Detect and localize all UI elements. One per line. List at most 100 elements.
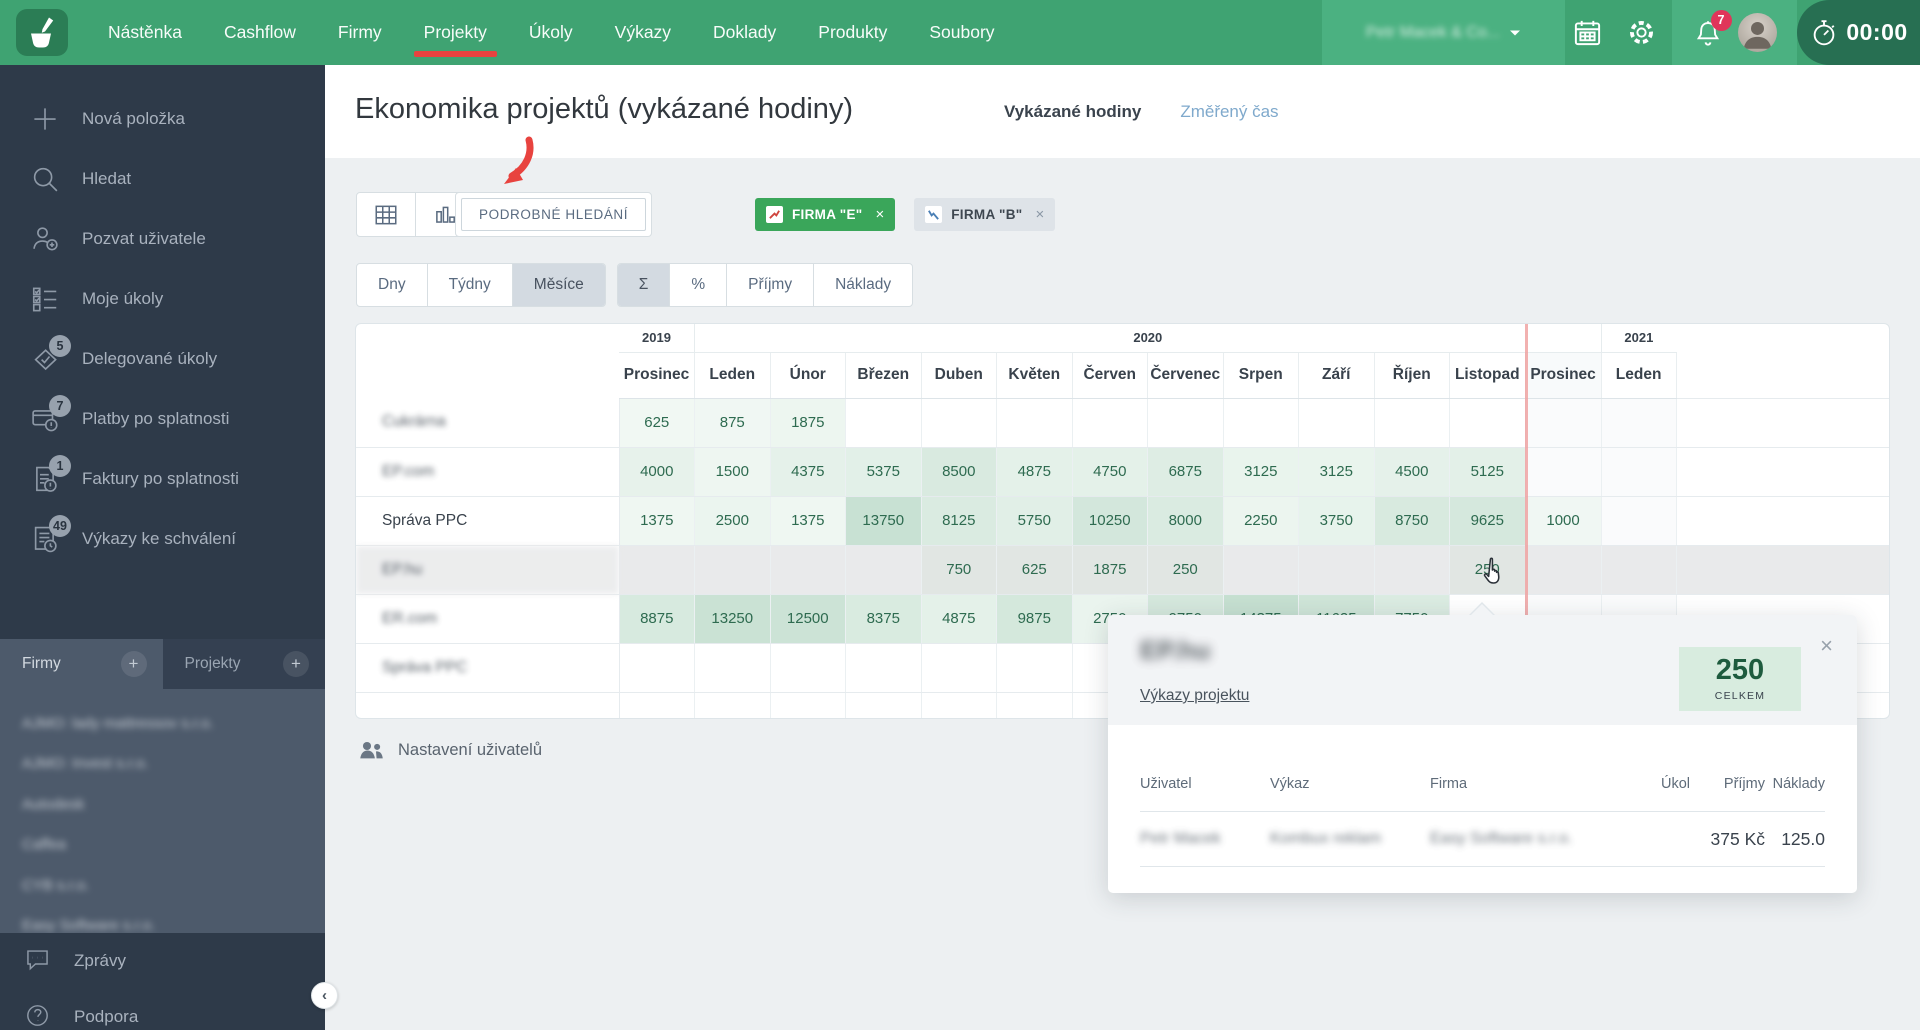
heatmap-cell[interactable]: 13250	[694, 594, 771, 644]
heatmap-cell[interactable]	[1525, 398, 1602, 448]
project-reports-link[interactable]: Výkazy projektu	[1140, 687, 1249, 705]
sidebar-item-moje-koly[interactable]: Moje úkoly	[0, 269, 325, 329]
heatmap-cell[interactable]	[1072, 398, 1148, 448]
heatmap-cell[interactable]	[1601, 545, 1677, 595]
filter-chip-firma-e[interactable]: FIRMA "E" ×	[755, 198, 896, 231]
sidebar-item-podpora[interactable]: Podpora	[0, 989, 325, 1030]
heatmap-cell[interactable]	[845, 398, 922, 448]
sidebar-item-pozvat-u-ivatele[interactable]: Pozvat uživatele	[0, 209, 325, 269]
nav-item-firmy[interactable]: Firmy	[338, 22, 382, 43]
nav-item-cashflow[interactable]: Cashflow	[224, 22, 296, 43]
nav-item-n-st-nka[interactable]: Nástěnka	[108, 22, 182, 43]
nav-item-projekty[interactable]: Projekty	[413, 22, 498, 57]
period-button-dny[interactable]: Dny	[357, 264, 428, 306]
heatmap-cell[interactable]: 1000	[1525, 496, 1602, 546]
heatmap-cell[interactable]: 875	[694, 398, 771, 448]
heatmap-cell[interactable]	[770, 643, 846, 693]
heatmap-cell[interactable]: 8750	[1374, 496, 1450, 546]
heatmap-cell[interactable]	[845, 643, 922, 693]
heatmap-cell[interactable]	[1601, 496, 1677, 546]
header-tab-vyk-zan-hodiny[interactable]: Vykázané hodiny	[1004, 102, 1141, 122]
heatmap-cell[interactable]	[694, 643, 771, 693]
heatmap-cell[interactable]	[1223, 545, 1299, 595]
add-firmy-icon[interactable]: +	[120, 651, 147, 677]
project-row-label[interactable]: ER.com	[356, 594, 620, 644]
time-tracker-button[interactable]: 00:00	[1797, 0, 1920, 65]
period-button-t-dny[interactable]: Týdny	[428, 264, 513, 306]
heatmap-cell[interactable]	[1147, 398, 1224, 448]
project-row-label[interactable]: EP.hu	[356, 545, 620, 595]
heatmap-cell[interactable]	[1298, 545, 1375, 595]
heatmap-cell[interactable]: 5375	[845, 447, 922, 497]
heatmap-cell[interactable]	[1525, 447, 1602, 497]
sidebar-item-platby-po-splatnosti[interactable]: 7 Platby po splatnosti	[0, 389, 325, 449]
metric-button-[interactable]: %	[670, 264, 728, 306]
heatmap-cell[interactable]: 4500	[1374, 447, 1450, 497]
heatmap-cell[interactable]	[1374, 398, 1450, 448]
heatmap-cell[interactable]: 8000	[1147, 496, 1224, 546]
period-button-m-s-ce[interactable]: Měsíce	[512, 264, 605, 306]
company-list-item[interactable]: Autodesk	[0, 784, 325, 825]
company-list-item[interactable]: CYB s.r.o.	[0, 865, 325, 906]
heatmap-cell[interactable]	[1601, 398, 1677, 448]
calendar-icon[interactable]	[1572, 17, 1603, 48]
heatmap-cell[interactable]	[1525, 545, 1602, 595]
heatmap-cell[interactable]: 12500	[770, 594, 846, 644]
heatmap-cell[interactable]: 1500	[694, 447, 771, 497]
popup-table-row[interactable]: Petr Macek Kombux reklam Easy Software s.r…	[1140, 813, 1825, 865]
project-row-label[interactable]: Správa PPC	[356, 643, 620, 693]
heatmap-cell[interactable]	[1449, 398, 1526, 448]
filter-chip-firma-b[interactable]: FIRMA "B" ×	[914, 198, 1056, 231]
sidebar-item-delegovan-koly[interactable]: 5 Delegované úkoly	[0, 329, 325, 389]
heatmap-cell[interactable]: 10250	[1072, 496, 1148, 546]
heatmap-cell[interactable]	[770, 545, 846, 595]
heatmap-cell[interactable]: 5125	[1449, 447, 1526, 497]
remove-filter-icon[interactable]: ×	[876, 206, 885, 223]
sidebar-item-faktury-po-splatnosti[interactable]: 1 Faktury po splatnosti	[0, 449, 325, 509]
sidebar-item-hledat[interactable]: Hledat	[0, 149, 325, 209]
heatmap-cell[interactable]: 4375	[770, 447, 846, 497]
heatmap-cell[interactable]: 750	[921, 545, 997, 595]
heatmap-cell[interactable]: 2500	[694, 496, 771, 546]
company-list-item[interactable]: AJMO: Invest s.r.o.	[0, 744, 325, 785]
sidebar-item-zpr-vy[interactable]: Zprávy	[0, 933, 325, 989]
sidebar-collapse-button[interactable]: ‹	[311, 982, 338, 1009]
heatmap-cell[interactable]: 1375	[619, 496, 695, 546]
heatmap-cell[interactable]: 13750	[845, 496, 922, 546]
bell-icon[interactable]: 7	[1693, 9, 1732, 48]
heatmap-cell[interactable]: 3750	[1298, 496, 1375, 546]
heatmap-cell[interactable]: 4000	[619, 447, 695, 497]
sidebar-item-nov-polo-ka[interactable]: Nová položka	[0, 89, 325, 149]
project-row-label[interactable]: Cukrárna	[356, 398, 620, 448]
heatmap-cell[interactable]: 9625	[1449, 496, 1526, 546]
project-row-label[interactable]: Správa PPC	[356, 496, 620, 546]
user-settings-link[interactable]: Nastavení uživatelů	[358, 737, 542, 764]
heatmap-cell[interactable]	[1298, 398, 1375, 448]
heatmap-cell[interactable]: 4875	[996, 447, 1073, 497]
heatmap-cell[interactable]	[845, 545, 922, 595]
nav-item-soubory[interactable]: Soubory	[929, 22, 994, 43]
add-projekty-icon[interactable]: +	[283, 651, 309, 677]
project-row-label[interactable]: EP.com	[356, 447, 620, 497]
heatmap-cell[interactable]: 6875	[1147, 447, 1224, 497]
avatar[interactable]	[1737, 13, 1777, 52]
heatmap-cell[interactable]	[1223, 398, 1299, 448]
heatmap-cell[interactable]	[996, 398, 1073, 448]
metric-button-[interactable]: Σ	[617, 264, 671, 306]
heatmap-cell[interactable]	[921, 398, 997, 448]
heatmap-cell[interactable]: 4875	[921, 594, 997, 644]
sidebar-item-v-kazy-ke-schv-len[interactable]: 49 Výkazy ke schválení	[0, 509, 325, 569]
heatmap-cell[interactable]: 8500	[921, 447, 997, 497]
heatmap-cell[interactable]: 3125	[1223, 447, 1299, 497]
nav-item-doklady[interactable]: Doklady	[713, 22, 776, 43]
heatmap-cell[interactable]	[619, 643, 695, 693]
heatmap-cell[interactable]: 1875	[1072, 545, 1148, 595]
heatmap-cell[interactable]: 625	[619, 398, 695, 448]
heatmap-cell[interactable]: 9875	[996, 594, 1073, 644]
heatmap-cell[interactable]: 8875	[619, 594, 695, 644]
heatmap-cell[interactable]: 4750	[1072, 447, 1148, 497]
heatmap-cell[interactable]: 8125	[921, 496, 997, 546]
company-list-item[interactable]: Caffea	[0, 825, 325, 866]
close-icon[interactable]: ×	[1820, 633, 1833, 659]
heatmap-cell[interactable]: 1375	[770, 496, 846, 546]
